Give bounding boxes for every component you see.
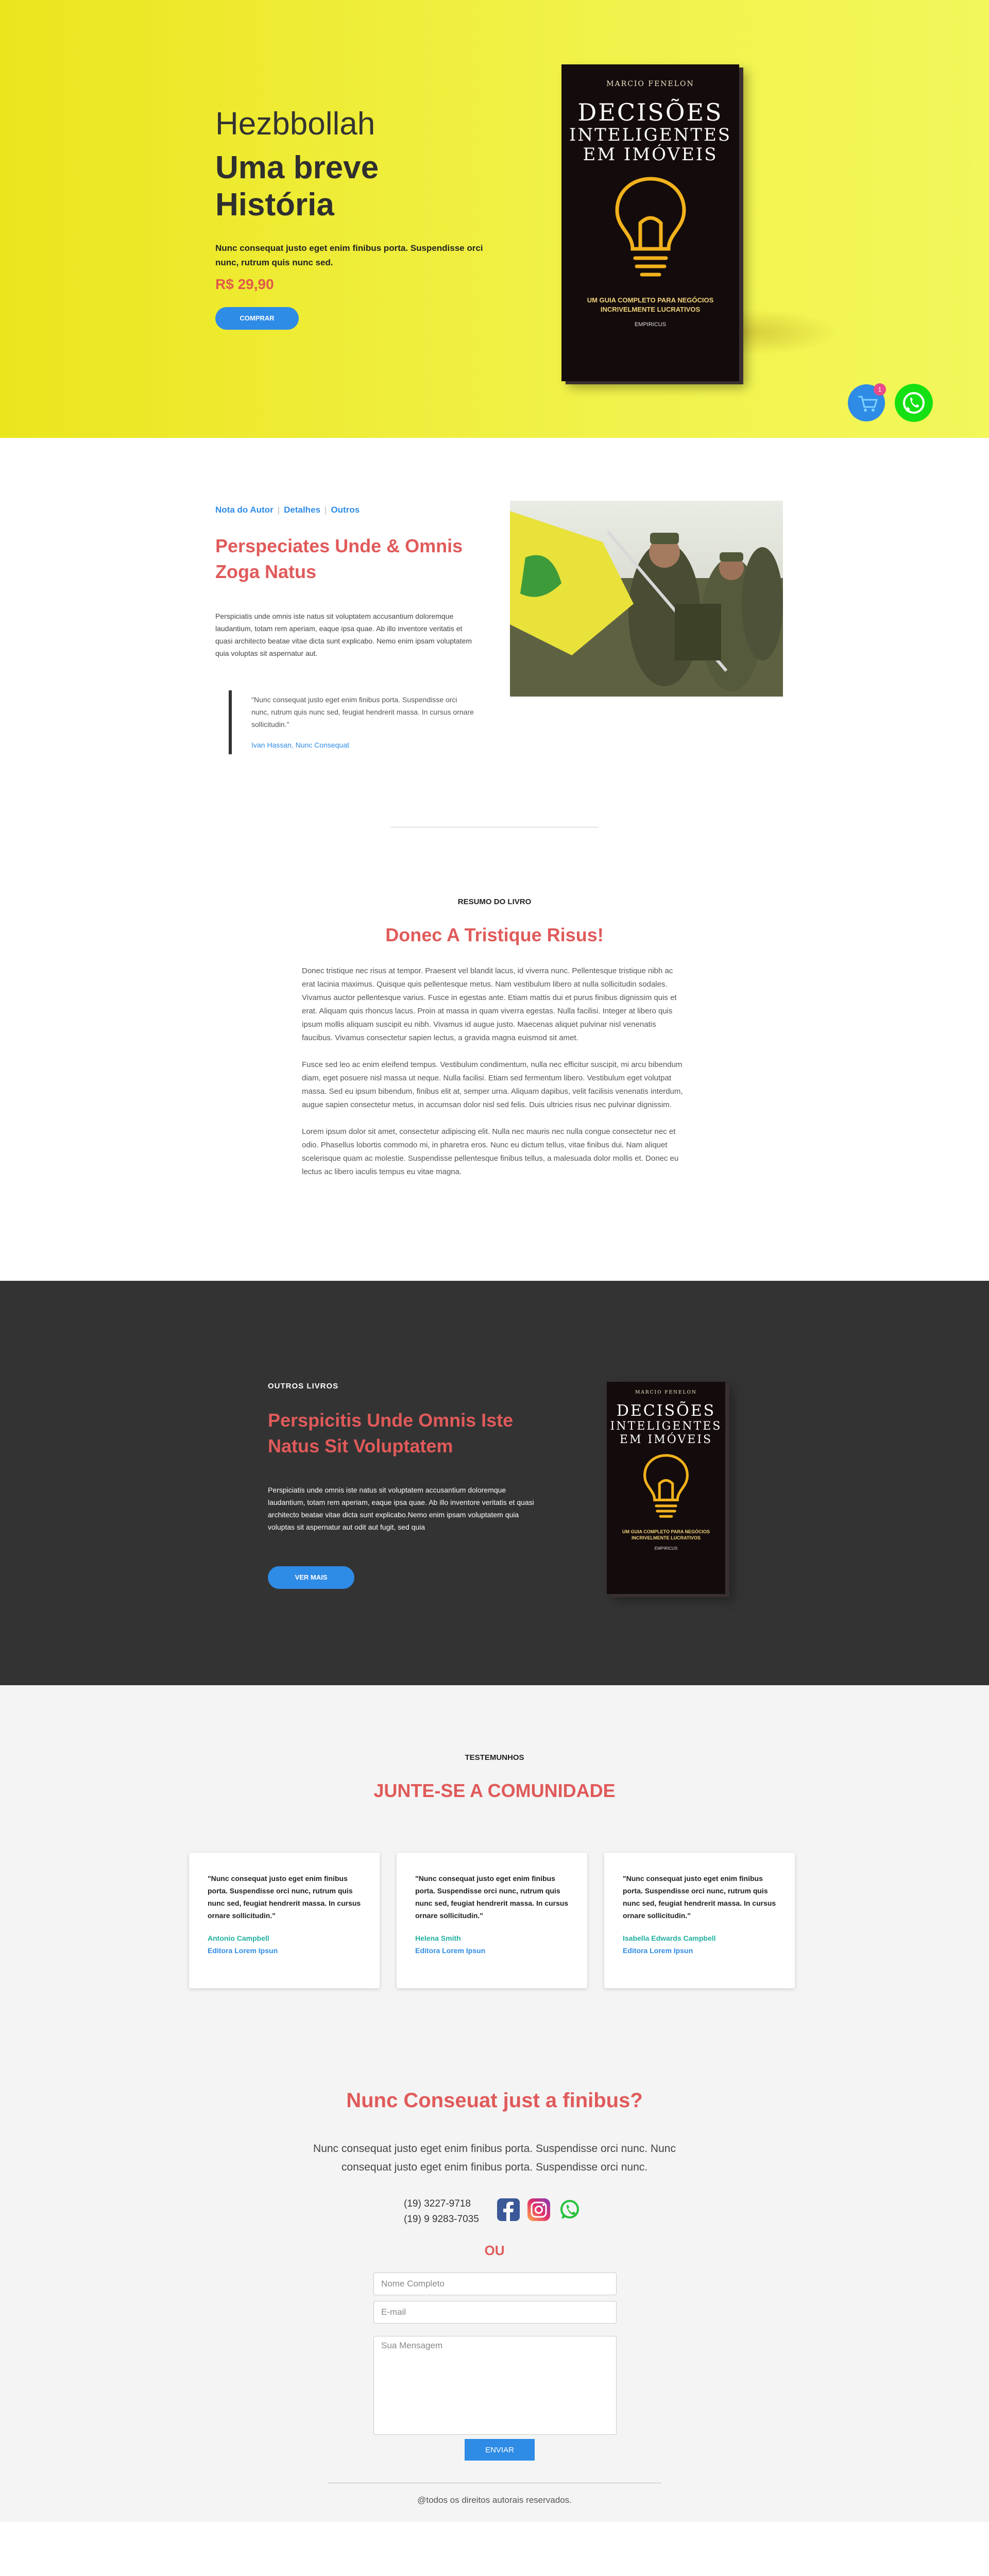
hero-description: Nunc consequat justo eget enim finibus p…	[215, 243, 483, 267]
book-title-line3: EM IMÓVEIS	[619, 1433, 713, 1446]
testimonials-title: JUNTE-SE A COMUNIDADE	[373, 1780, 616, 1801]
tab-others[interactable]: Outros	[331, 505, 360, 515]
testimonials-kicker: TESTEMUNHOS	[465, 1753, 524, 1762]
whatsapp-icon[interactable]	[558, 2198, 581, 2221]
about-title: Perspeciates Unde & Omnis Zoga Natus	[215, 535, 463, 582]
photo-image	[510, 501, 783, 697]
other-books-section: OUTROS LIVROS Perspicitis Unde Omnis Ist…	[0, 1281, 989, 1685]
hero-kicker: Hezbbollah	[215, 106, 376, 142]
testimonial-name: Antonio Campbell	[208, 1934, 269, 1942]
book-subtitle-line1: UM GUIA COMPLETO PARA NEGÓCIOS	[587, 296, 714, 304]
cart-button[interactable]: 1	[848, 383, 886, 421]
book-subtitle: UM GUIA COMPLETO PARA NEGÓCIOS INCRIVELM…	[607, 1529, 725, 1541]
contact-section: Nunc Conseuat just a finibus? Nunc conse…	[0, 2025, 989, 2522]
hero-text: Hezbbollah Uma breve História Nunc conse…	[215, 106, 483, 330]
summary-body: Donec tristique nec risus at tempor. Pra…	[302, 964, 687, 1192]
other-book-cover[interactable]: MARCIO FENELON DECISÕES INTELIGENTES EM …	[607, 1382, 725, 1594]
book-author: MARCIO FENELON	[606, 80, 694, 88]
book-subtitle-line2: INCRIVELMENTE LUCRATIVOS	[632, 1535, 701, 1540]
book-title: DECISÕES INTELIGENTES EM IMÓVEIS	[561, 99, 739, 164]
book-title-line1: DECISÕES	[616, 1402, 716, 1420]
testimonial-quote: "Nunc consequat justo eget enim finibus …	[415, 1874, 569, 1920]
testimonial-name: Helena Smith	[415, 1934, 461, 1942]
phone-2: (19) 9 9283-7035	[404, 2214, 479, 2225]
or-label: OU	[484, 2243, 505, 2258]
other-books-kicker: OUTROS LIVROS	[268, 1382, 339, 1391]
about-tabs: Nota do Autor | Detalhes | Outros	[215, 505, 360, 515]
about-text: Perspiciatis unde omnis iste natus sit v…	[215, 612, 472, 657]
hero-title-line1: Uma breve	[215, 150, 379, 185]
buy-button[interactable]: COMPRAR	[215, 307, 299, 330]
whatsapp-float-button[interactable]	[895, 384, 933, 422]
lightbulb-icon	[615, 177, 686, 277]
about-section: Nota do Autor | Detalhes | Outros Perspeciat…	[0, 438, 989, 828]
hezbollah-photo	[510, 501, 783, 697]
book-title-line1: DECISÕES	[577, 98, 723, 126]
hero-title-line2: História	[215, 187, 334, 223]
send-button[interactable]: ENVIAR	[465, 2439, 535, 2461]
testimonial-org: Editora Lorem Ipsun	[415, 1946, 486, 1955]
contact-title: Nunc Conseuat just a finibus?	[346, 2089, 643, 2112]
name-field[interactable]	[373, 2273, 617, 2295]
book-subtitle-line1: UM GUIA COMPLETO PARA NEGÓCIOS	[622, 1529, 710, 1534]
summary-paragraph: Donec tristique nec risus at tempor. Pra…	[302, 967, 677, 1042]
summary-paragraph: Lorem ipsum dolor sit amet, consectetur …	[302, 1127, 679, 1176]
summary-kicker: RESUMO DO LIVRO	[457, 897, 532, 906]
see-more-button[interactable]: VER MAIS	[268, 1566, 354, 1589]
hero-title: Uma breve História	[215, 149, 483, 224]
book-title-line2: INTELIGENTES	[569, 125, 732, 145]
testimonial-name: Isabella Edwards Campbell	[623, 1934, 716, 1942]
book-subtitle: UM GUIA COMPLETO PARA NEGÓCIOS INCRIVELM…	[561, 296, 739, 314]
summary-section: RESUMO DO LIVRO Donec A Tristique Risus!…	[0, 827, 989, 1281]
instagram-icon[interactable]	[527, 2198, 550, 2221]
summary-title: Donec A Tristique Risus!	[385, 924, 604, 945]
book-title-line2: INTELIGENTES	[610, 1420, 722, 1433]
testimonials-section: TESTEMUNHOS JUNTE-SE A COMUNIDADE "Nunc …	[0, 1685, 989, 2051]
tab-details[interactable]: Detalhes	[284, 505, 320, 515]
copyright: @todos os direitos autorais reservados.	[417, 2495, 572, 2505]
email-field[interactable]	[373, 2301, 617, 2324]
hero-price: R$ 29,90	[215, 276, 274, 292]
tab-author-note[interactable]: Nota do Autor	[215, 505, 274, 515]
whatsapp-icon	[903, 392, 925, 414]
message-field[interactable]	[373, 2336, 617, 2435]
facebook-icon[interactable]	[497, 2198, 520, 2221]
testimonial-org: Editora Lorem Ipsun	[208, 1946, 278, 1955]
tab-separator: |	[324, 505, 327, 515]
quote-text: "Nunc consequat justo eget enim finibus …	[251, 696, 474, 728]
author-quote: "Nunc consequat justo eget enim finibus …	[229, 690, 476, 754]
other-books-title: Perspicitis Unde Omnis Iste Natus Sit Vo…	[268, 1410, 514, 1456]
tab-separator: |	[277, 505, 280, 515]
book-publisher: EMPIRICUS	[634, 321, 667, 328]
other-books-text: Perspiciatis unde omnis iste natus sit v…	[268, 1486, 534, 1531]
testimonial-card: "Nunc consequat justo eget enim finibus …	[397, 1853, 587, 1988]
book-subtitle-line2: INCRIVELMENTE LUCRATIVOS	[600, 306, 701, 313]
book-title: DECISÕES INTELIGENTES EM IMÓVEIS	[607, 1402, 725, 1447]
testimonial-card: "Nunc consequat justo eget enim finibus …	[189, 1853, 380, 1988]
book-title-line3: EM IMÓVEIS	[583, 144, 718, 165]
book-publisher: EMPIRICUS	[654, 1546, 678, 1551]
cart-count-badge: 1	[874, 383, 886, 396]
phone-numbers: (19) 3227-9718 (19) 9 9283-7035	[404, 2196, 479, 2227]
lightbulb-icon	[643, 1454, 689, 1518]
phone-1: (19) 3227-9718	[404, 2198, 471, 2209]
testimonial-quote: "Nunc consequat justo eget enim finibus …	[208, 1874, 361, 1920]
quote-author: Ivan Hassan, Nunc Consequat	[251, 741, 349, 749]
contact-text: Nunc consequat justo eget enim finibus p…	[313, 2143, 676, 2173]
testimonial-card: "Nunc consequat justo eget enim finibus …	[604, 1853, 795, 1988]
book-author: MARCIO FENELON	[635, 1390, 697, 1395]
summary-paragraph: Fusce sed leo ac enim eleifend tempus. V…	[302, 1060, 683, 1109]
book-cover: MARCIO FENELON DECISÕES INTELIGENTES EM …	[561, 64, 739, 381]
testimonial-org: Editora Lorem Ipsun	[623, 1946, 693, 1955]
testimonial-quote: "Nunc consequat justo eget enim finibus …	[623, 1874, 776, 1920]
hero-section: Hezbbollah Uma breve História Nunc conse…	[0, 0, 989, 438]
